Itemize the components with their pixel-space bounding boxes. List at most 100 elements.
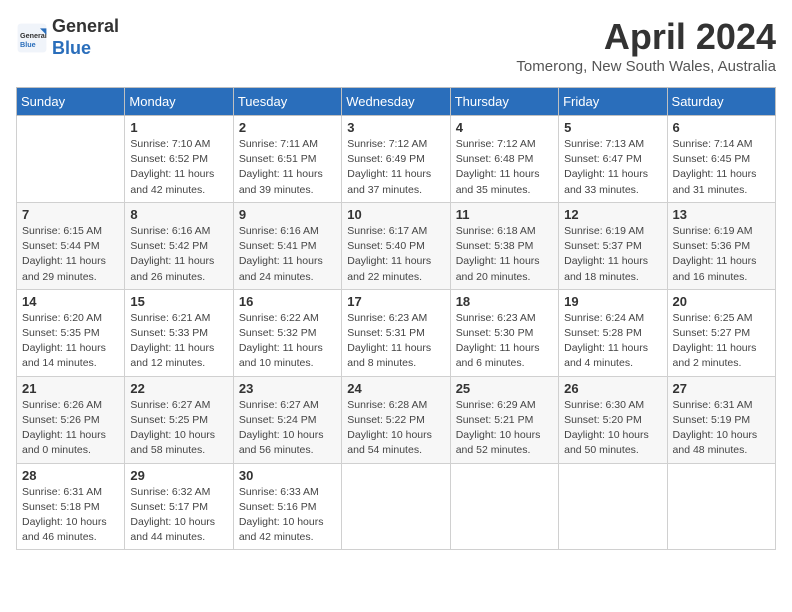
day-info: Sunrise: 6:32 AM Sunset: 5:17 PM Dayligh… xyxy=(130,485,227,546)
calendar-cell: 28 Sunrise: 6:31 AM Sunset: 5:18 PM Dayli… xyxy=(17,463,125,550)
day-number: 23 xyxy=(239,381,336,396)
day-info: Sunrise: 6:31 AM Sunset: 5:18 PM Dayligh… xyxy=(22,485,119,546)
calendar-cell: 11 Sunrise: 6:18 AM Sunset: 5:38 PM Dayli… xyxy=(450,202,558,289)
logo: General Blue General Blue xyxy=(16,16,119,59)
calendar-cell: 16 Sunrise: 6:22 AM Sunset: 5:32 PM Dayli… xyxy=(233,289,341,376)
calendar-cell: 19Sunrise: 6:24 AM Sunset: 5:28 PM Dayli… xyxy=(559,289,667,376)
day-number: 4 xyxy=(456,120,553,135)
day-info: Sunrise: 6:19 AM Sunset: 5:37 PM Dayligh… xyxy=(564,224,661,285)
day-number: 1 xyxy=(130,120,227,135)
day-info: Sunrise: 6:18 AM Sunset: 5:38 PM Dayligh… xyxy=(456,224,553,285)
calendar-header-row: SundayMondayTuesdayWednesdayThursdayFrid… xyxy=(17,88,776,116)
day-number: 16 xyxy=(239,294,336,309)
day-header: Friday xyxy=(559,88,667,116)
day-info: Sunrise: 7:12 AM Sunset: 6:48 PM Dayligh… xyxy=(456,137,553,198)
calendar-cell: 6 Sunrise: 7:14 AM Sunset: 6:45 PM Daylig… xyxy=(667,116,775,203)
calendar-cell xyxy=(342,463,450,550)
calendar-cell: 29 Sunrise: 6:32 AM Sunset: 5:17 PM Dayli… xyxy=(125,463,233,550)
day-info: Sunrise: 6:27 AM Sunset: 5:25 PM Dayligh… xyxy=(130,398,227,459)
day-info: Sunrise: 7:12 AM Sunset: 6:49 PM Dayligh… xyxy=(347,137,444,198)
calendar-cell: 1 Sunrise: 7:10 AM Sunset: 6:52 PM Daylig… xyxy=(125,116,233,203)
day-info: Sunrise: 7:11 AM Sunset: 6:51 PM Dayligh… xyxy=(239,137,336,198)
calendar-cell: 26 Sunrise: 6:30 AM Sunset: 5:20 PM Dayli… xyxy=(559,376,667,463)
day-number: 22 xyxy=(130,381,227,396)
day-number: 18 xyxy=(456,294,553,309)
calendar-cell: 8Sunrise: 6:16 AM Sunset: 5:42 PM Daylig… xyxy=(125,202,233,289)
day-number: 7 xyxy=(22,207,119,222)
day-info: Sunrise: 6:28 AM Sunset: 5:22 PM Dayligh… xyxy=(347,398,444,459)
day-info: Sunrise: 6:26 AM Sunset: 5:26 PM Dayligh… xyxy=(22,398,119,459)
day-info: Sunrise: 6:24 AM Sunset: 5:28 PM Dayligh… xyxy=(564,311,661,372)
day-header: Sunday xyxy=(17,88,125,116)
calendar-week-row: 28 Sunrise: 6:31 AM Sunset: 5:18 PM Dayli… xyxy=(17,463,776,550)
day-info: Sunrise: 6:22 AM Sunset: 5:32 PM Dayligh… xyxy=(239,311,336,372)
day-header: Tuesday xyxy=(233,88,341,116)
day-info: Sunrise: 6:25 AM Sunset: 5:27 PM Dayligh… xyxy=(673,311,770,372)
logo-text: General Blue xyxy=(52,16,119,59)
calendar-cell: 5Sunrise: 7:13 AM Sunset: 6:47 PM Daylig… xyxy=(559,116,667,203)
header: General Blue General Blue April 2024 Tom… xyxy=(16,16,776,75)
calendar-cell: 27Sunrise: 6:31 AM Sunset: 5:19 PM Dayli… xyxy=(667,376,775,463)
day-info: Sunrise: 6:17 AM Sunset: 5:40 PM Dayligh… xyxy=(347,224,444,285)
day-info: Sunrise: 7:14 AM Sunset: 6:45 PM Dayligh… xyxy=(673,137,770,198)
title-area: April 2024 Tomerong, New South Wales, Au… xyxy=(516,16,776,75)
day-number: 9 xyxy=(239,207,336,222)
day-number: 27 xyxy=(673,381,770,396)
calendar-week-row: 21 Sunrise: 6:26 AM Sunset: 5:26 PM Dayli… xyxy=(17,376,776,463)
day-header: Saturday xyxy=(667,88,775,116)
day-number: 10 xyxy=(347,207,444,222)
day-number: 29 xyxy=(130,468,227,483)
calendar-body: 1 Sunrise: 7:10 AM Sunset: 6:52 PM Daylig… xyxy=(17,116,776,550)
day-number: 15 xyxy=(130,294,227,309)
day-info: Sunrise: 6:16 AM Sunset: 5:41 PM Dayligh… xyxy=(239,224,336,285)
day-number: 28 xyxy=(22,468,119,483)
calendar-cell: 3 Sunrise: 7:12 AM Sunset: 6:49 PM Daylig… xyxy=(342,116,450,203)
day-number: 17 xyxy=(347,294,444,309)
day-number: 21 xyxy=(22,381,119,396)
day-header: Monday xyxy=(125,88,233,116)
day-info: Sunrise: 6:33 AM Sunset: 5:16 PM Dayligh… xyxy=(239,485,336,546)
calendar-cell: 21 Sunrise: 6:26 AM Sunset: 5:26 PM Dayli… xyxy=(17,376,125,463)
logo-icon: General Blue xyxy=(16,22,48,54)
day-number: 12 xyxy=(564,207,661,222)
day-info: Sunrise: 7:13 AM Sunset: 6:47 PM Dayligh… xyxy=(564,137,661,198)
calendar-cell: 24 Sunrise: 6:28 AM Sunset: 5:22 PM Dayli… xyxy=(342,376,450,463)
day-header: Thursday xyxy=(450,88,558,116)
calendar-cell xyxy=(17,116,125,203)
day-number: 30 xyxy=(239,468,336,483)
calendar-cell: 23 Sunrise: 6:27 AM Sunset: 5:24 PM Dayli… xyxy=(233,376,341,463)
month-title: April 2024 xyxy=(516,16,776,58)
calendar-cell: 9 Sunrise: 6:16 AM Sunset: 5:41 PM Daylig… xyxy=(233,202,341,289)
calendar-cell: 18 Sunrise: 6:23 AM Sunset: 5:30 PM Dayli… xyxy=(450,289,558,376)
day-info: Sunrise: 6:20 AM Sunset: 5:35 PM Dayligh… xyxy=(22,311,119,372)
day-info: Sunrise: 6:29 AM Sunset: 5:21 PM Dayligh… xyxy=(456,398,553,459)
day-info: Sunrise: 6:27 AM Sunset: 5:24 PM Dayligh… xyxy=(239,398,336,459)
calendar-cell: 2Sunrise: 7:11 AM Sunset: 6:51 PM Daylig… xyxy=(233,116,341,203)
day-number: 26 xyxy=(564,381,661,396)
calendar-cell: 20 Sunrise: 6:25 AM Sunset: 5:27 PM Dayli… xyxy=(667,289,775,376)
day-info: Sunrise: 6:23 AM Sunset: 5:30 PM Dayligh… xyxy=(456,311,553,372)
calendar-cell: 17Sunrise: 6:23 AM Sunset: 5:31 PM Dayli… xyxy=(342,289,450,376)
day-number: 11 xyxy=(456,207,553,222)
calendar-week-row: 1 Sunrise: 7:10 AM Sunset: 6:52 PM Daylig… xyxy=(17,116,776,203)
day-number: 24 xyxy=(347,381,444,396)
day-info: Sunrise: 6:15 AM Sunset: 5:44 PM Dayligh… xyxy=(22,224,119,285)
day-number: 20 xyxy=(673,294,770,309)
calendar-cell: 7 Sunrise: 6:15 AM Sunset: 5:44 PM Daylig… xyxy=(17,202,125,289)
day-number: 3 xyxy=(347,120,444,135)
calendar-cell: 30 Sunrise: 6:33 AM Sunset: 5:16 PM Dayli… xyxy=(233,463,341,550)
calendar-cell: 14 Sunrise: 6:20 AM Sunset: 5:35 PM Dayli… xyxy=(17,289,125,376)
day-info: Sunrise: 7:10 AM Sunset: 6:52 PM Dayligh… xyxy=(130,137,227,198)
day-info: Sunrise: 6:21 AM Sunset: 5:33 PM Dayligh… xyxy=(130,311,227,372)
day-info: Sunrise: 6:19 AM Sunset: 5:36 PM Dayligh… xyxy=(673,224,770,285)
day-number: 6 xyxy=(673,120,770,135)
calendar-cell: 10 Sunrise: 6:17 AM Sunset: 5:40 PM Dayli… xyxy=(342,202,450,289)
day-number: 25 xyxy=(456,381,553,396)
calendar-cell: 4 Sunrise: 7:12 AM Sunset: 6:48 PM Daylig… xyxy=(450,116,558,203)
calendar-week-row: 7 Sunrise: 6:15 AM Sunset: 5:44 PM Daylig… xyxy=(17,202,776,289)
day-info: Sunrise: 6:30 AM Sunset: 5:20 PM Dayligh… xyxy=(564,398,661,459)
calendar-cell xyxy=(667,463,775,550)
calendar-cell: 12 Sunrise: 6:19 AM Sunset: 5:37 PM Dayli… xyxy=(559,202,667,289)
day-number: 14 xyxy=(22,294,119,309)
subtitle: Tomerong, New South Wales, Australia xyxy=(516,58,776,75)
